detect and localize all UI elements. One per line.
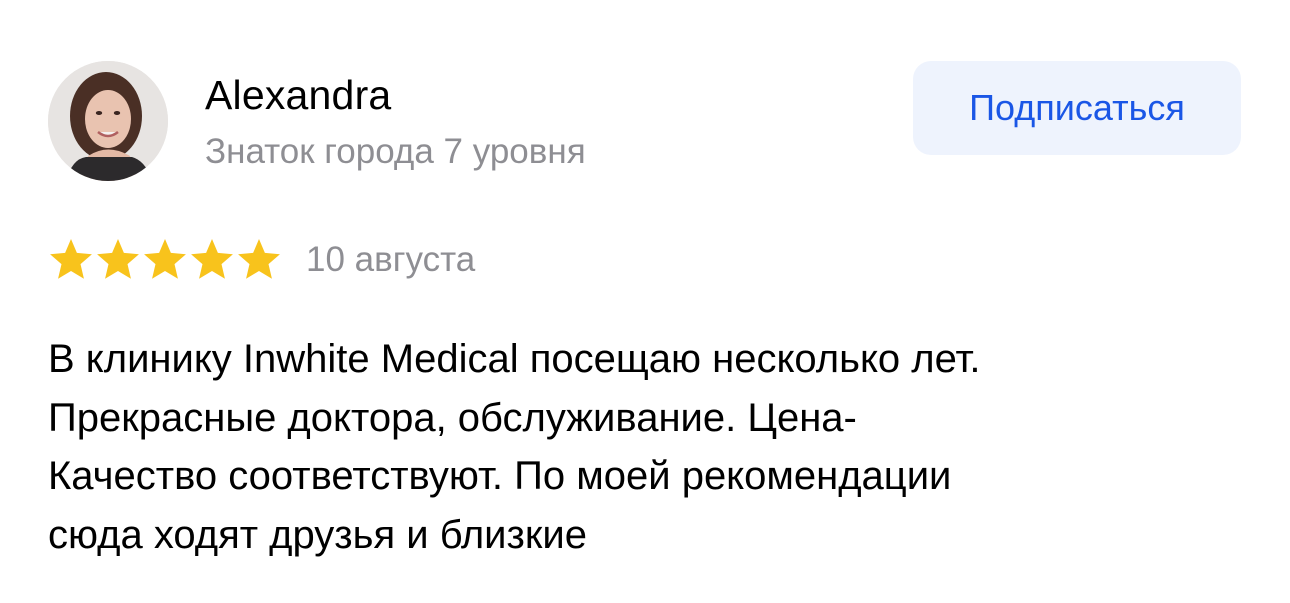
review-card: Alexandra Знаток города 7 уровня Подписа… (0, 0, 1290, 603)
star-icon (142, 237, 188, 283)
review-date: 10 августа (306, 240, 476, 279)
author-name[interactable]: Alexandra (205, 70, 391, 120)
avatar[interactable] (48, 61, 168, 181)
star-icon (48, 237, 94, 283)
star-icon (189, 237, 235, 283)
star-icon (95, 237, 141, 283)
rating-stars (48, 237, 282, 283)
star-icon (236, 237, 282, 283)
author-level: Знаток города 7 уровня (205, 132, 586, 171)
review-text: В клинику Inwhite Medical посещаю нескол… (48, 337, 981, 557)
subscribe-button[interactable]: Подписаться (913, 61, 1241, 155)
rating-row: 10 августа (48, 236, 475, 284)
avatar-photo (48, 61, 168, 181)
